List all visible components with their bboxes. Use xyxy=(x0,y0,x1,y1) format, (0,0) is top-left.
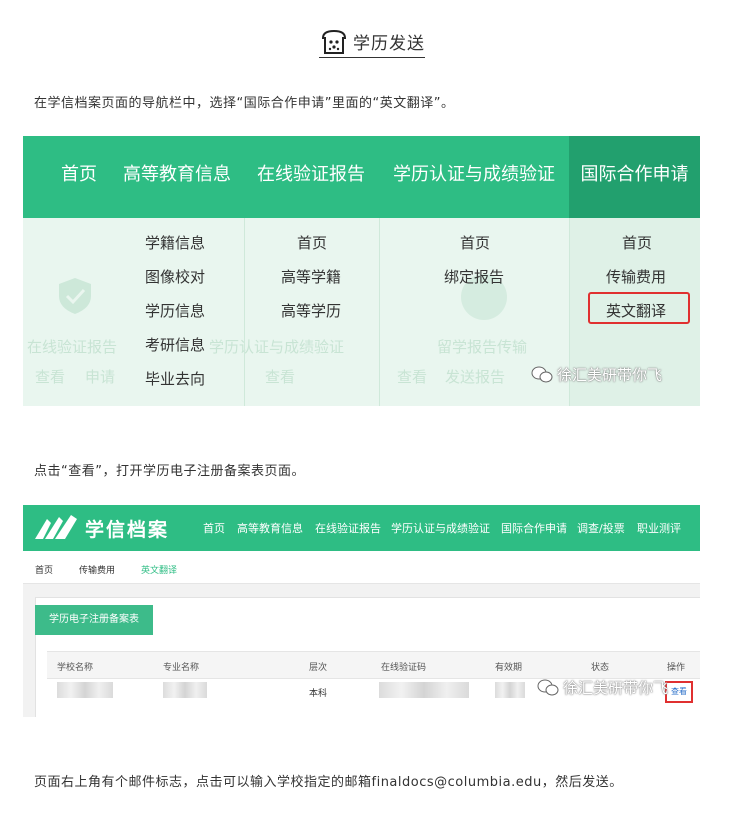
nav-item-home[interactable]: 首页 xyxy=(61,136,97,218)
instruction-paragraph-1: 在学信档案页面的导航栏中，选择“国际合作申请”里面的“英文翻译”。 xyxy=(34,96,455,111)
nav-item-online-verification[interactable]: 在线验证报告 xyxy=(257,136,365,218)
faded-label: 申请 xyxy=(85,368,116,386)
nav-item-higher-education[interactable]: 高等教育信息 xyxy=(123,136,231,218)
instruction-paragraph-3: 页面右上角有个邮件标志，点击可以输入学校指定的邮箱finaldocs@colum… xyxy=(34,775,623,790)
breadcrumb-item[interactable]: 传输费用 xyxy=(79,563,115,576)
menu-item[interactable]: 学籍信息 xyxy=(145,232,205,253)
menu-item[interactable]: 高等学籍 xyxy=(281,266,341,287)
column-header: 学校名称 xyxy=(57,663,94,673)
nav-link[interactable]: 调查/投票 xyxy=(577,520,625,536)
faded-label: 在线验证报告 xyxy=(27,338,118,356)
menu-item[interactable]: 首页 xyxy=(460,232,490,253)
dropdown-col-1: 学籍信息 图像校对 学历信息 考研信息 毕业去向 xyxy=(123,218,243,406)
section-heading: 学历发送 xyxy=(0,26,744,60)
section-title: 学历发送 xyxy=(353,34,425,54)
screenshot-registration-table: 学信档案 首页 高等教育信息 在线验证报告 学历认证与成绩验证 国际合作申请 调… xyxy=(23,505,700,717)
logo-icon xyxy=(35,515,77,539)
shield-icon xyxy=(59,278,91,314)
nav-link[interactable]: 在线验证报告 xyxy=(315,520,381,536)
blurred-cell xyxy=(495,682,525,698)
column-header: 层次 xyxy=(309,663,328,673)
wechat-icon xyxy=(531,366,553,382)
bread-icon xyxy=(321,29,347,54)
menu-item[interactable]: 首页 xyxy=(297,232,327,253)
nav-link[interactable]: 高等教育信息 xyxy=(237,520,303,536)
instruction-paragraph-2: 点击“查看”，打开学历电子注册备案表页面。 xyxy=(34,464,305,479)
faded-label: 查看 xyxy=(35,368,66,386)
screenshot-navigation-menu: 首页 高等教育信息 在线验证报告 学历认证与成绩验证 国际合作申请 在线验证报告… xyxy=(23,136,700,406)
breadcrumb-item[interactable]: 首页 xyxy=(35,563,53,576)
watermark: 徐汇美研带你飞 xyxy=(537,677,668,698)
breadcrumb-item-current[interactable]: 英文翻译 xyxy=(141,563,177,576)
wechat-icon xyxy=(537,679,559,695)
menu-item[interactable]: 高等学历 xyxy=(281,300,341,321)
dropdown-col-2: 首页 高等学籍 高等学历 xyxy=(244,218,379,406)
main-nav: 首页 高等教育信息 在线验证报告 学历认证与成绩验证 国际合作申请 xyxy=(23,136,700,218)
panel-tab[interactable]: 学历电子注册备案表 xyxy=(35,605,153,635)
menu-item[interactable]: 首页 xyxy=(622,232,652,253)
brand-name: 学信档案 xyxy=(85,519,170,541)
highlight-box xyxy=(588,292,690,324)
blurred-cell xyxy=(163,682,207,698)
watermark-text: 徐汇美研带你飞 xyxy=(557,366,663,384)
watermark-text: 徐汇美研带你飞 xyxy=(563,679,669,697)
blurred-cell xyxy=(57,682,113,698)
column-header: 专业名称 xyxy=(163,663,200,673)
menu-item[interactable]: 绑定报告 xyxy=(444,266,504,287)
nav-link[interactable]: 学历认证与成绩验证 xyxy=(391,520,490,536)
column-header: 状态 xyxy=(591,663,610,673)
nav-item-international[interactable]: 国际合作申请 xyxy=(569,136,700,218)
column-header: 在线验证码 xyxy=(381,663,427,673)
menu-item[interactable]: 毕业去向 xyxy=(145,368,205,389)
breadcrumb: 首页 传输费用 英文翻译 xyxy=(23,551,700,584)
watermark: 徐汇美研带你飞 xyxy=(531,364,662,385)
menu-item[interactable]: 传输费用 xyxy=(606,266,666,287)
nav-link[interactable]: 职业测评 xyxy=(637,520,681,536)
menu-item[interactable]: 图像校对 xyxy=(145,266,205,287)
column-header: 操作 xyxy=(667,663,686,673)
menu-item[interactable]: 学历信息 xyxy=(145,300,205,321)
nav-link[interactable]: 国际合作申请 xyxy=(501,520,567,536)
menu-item[interactable]: 考研信息 xyxy=(145,334,205,355)
table-cell-level: 本科 xyxy=(309,689,328,699)
nav-link[interactable]: 首页 xyxy=(203,520,225,536)
blurred-cell xyxy=(379,682,469,698)
view-button[interactable]: 查看 xyxy=(665,681,693,703)
site-header: 学信档案 首页 高等教育信息 在线验证报告 学历认证与成绩验证 国际合作申请 调… xyxy=(23,505,700,551)
column-header: 有效期 xyxy=(495,663,523,673)
nav-item-degree-certification[interactable]: 学历认证与成绩验证 xyxy=(393,136,555,218)
